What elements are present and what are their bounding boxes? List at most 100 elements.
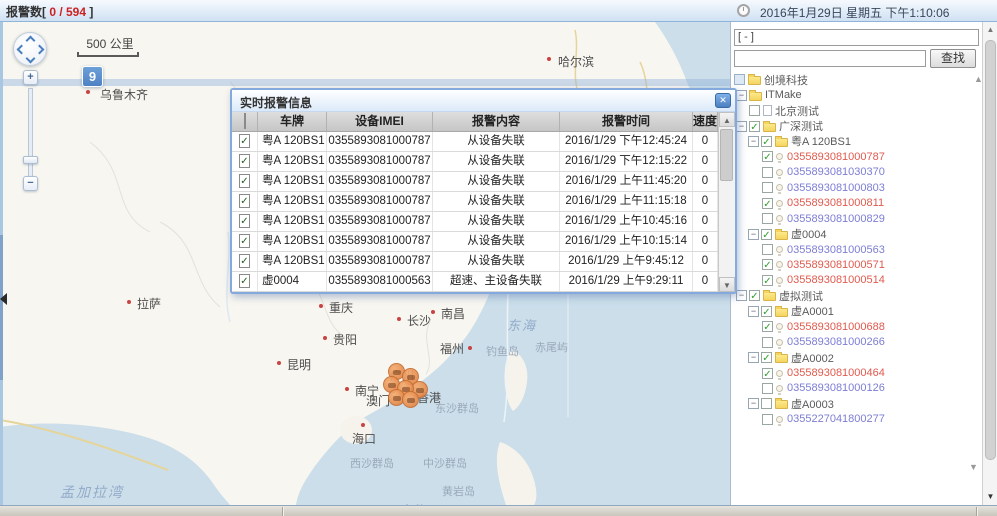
row-checkbox[interactable] — [239, 134, 249, 148]
tree-node[interactable]: 虚A0001 — [734, 304, 980, 319]
alarm-row[interactable]: 粤A 120BS10355893081000787从设备失联2016/1/29 … — [232, 232, 718, 252]
group-filter-select[interactable]: [ - ] — [734, 29, 979, 46]
tree-node-device[interactable]: 0355893081000803 — [734, 180, 980, 195]
device-imei-label[interactable]: 0355893081000811 — [787, 197, 884, 209]
column-header[interactable]: 报警内容 — [433, 112, 560, 131]
scroll-up-icon[interactable]: ▲ — [719, 112, 735, 127]
tree-node-device[interactable]: 0355893081000464 — [734, 365, 980, 380]
scroll-up-icon[interactable]: ▲ — [983, 22, 997, 38]
tree-checkbox[interactable] — [762, 414, 773, 425]
zoom-out-button[interactable]: − — [23, 176, 38, 191]
tree-node-device[interactable]: 0355893081000829 — [734, 211, 980, 226]
scrollbar-thumb[interactable] — [720, 129, 733, 181]
tree-checkbox[interactable] — [761, 352, 772, 363]
tree-node-label[interactable]: 虚0004 — [791, 226, 826, 242]
alarm-row[interactable]: 粤A 120BS10355893081000787从设备失联2016/1/29 … — [232, 172, 718, 192]
collapse-toggle-icon[interactable] — [748, 136, 759, 147]
tree-checkbox[interactable] — [762, 383, 773, 394]
tree-checkbox[interactable] — [762, 151, 773, 162]
collapse-toggle-icon[interactable] — [736, 90, 747, 101]
alarm-row[interactable]: 粤A 120BS10355893081000787从设备失联2016/1/29 … — [232, 252, 718, 272]
device-imei-label[interactable]: 0355227041800277 — [787, 413, 885, 425]
tree-node-label[interactable]: 粤A 120BS1 — [791, 133, 851, 149]
dialog-titlebar[interactable]: 实时报警信息 — [232, 90, 735, 112]
search-button[interactable]: 查找 — [930, 49, 976, 68]
tree-checkbox[interactable] — [761, 306, 772, 317]
tree-scroll-down-icon[interactable]: ▼ — [969, 462, 978, 472]
alarm-row[interactable]: 粤A 120BS10355893081000787从设备失联2016/1/29 … — [232, 212, 718, 232]
tree-node[interactable]: 创境科技 — [734, 72, 980, 87]
panel-scrollbar[interactable]: ▲ ▼ — [982, 22, 997, 505]
tree-node[interactable]: 虚A0003 — [734, 396, 980, 411]
scrollbar-thumb[interactable] — [985, 40, 996, 460]
row-checkbox[interactable] — [239, 254, 249, 268]
select-all-checkbox[interactable] — [244, 113, 246, 129]
tree-checkbox[interactable] — [749, 105, 760, 116]
tree-checkbox[interactable] — [762, 321, 773, 332]
tree-node[interactable]: ITMake — [734, 87, 980, 102]
tree-checkbox[interactable] — [761, 398, 772, 409]
tree-node-label[interactable]: 虚A0003 — [791, 396, 834, 412]
header-checkbox-cell[interactable] — [232, 112, 258, 131]
scroll-down-icon[interactable]: ▼ — [719, 277, 735, 292]
pan-up-icon[interactable] — [26, 36, 36, 46]
tree-checkbox[interactable] — [762, 337, 773, 348]
tree-checkbox[interactable] — [762, 368, 773, 379]
tree-node-label[interactable]: 虚A0002 — [791, 350, 834, 366]
tree-node[interactable]: 虚拟测试 — [734, 288, 980, 303]
tree-node-device[interactable]: 0355893081000688 — [734, 319, 980, 334]
device-imei-label[interactable]: 0355893081000514 — [787, 274, 885, 286]
tree-node-device[interactable]: 0355893081000514 — [734, 273, 980, 288]
alarm-row[interactable]: 粤A 120BS10355893081000787从设备失联2016/1/29 … — [232, 152, 718, 172]
map-pan-control[interactable] — [13, 32, 47, 66]
pan-left-icon[interactable] — [17, 45, 27, 55]
collapse-toggle-icon[interactable] — [748, 306, 759, 317]
tree-node-device[interactable]: 0355893081030370 — [734, 165, 980, 180]
row-checkbox[interactable] — [239, 174, 249, 188]
zoom-slider-track[interactable] — [28, 88, 33, 180]
alarm-row[interactable]: 粤A 120BS10355893081000787从设备失联2016/1/29 … — [232, 192, 718, 212]
tree-checkbox[interactable] — [762, 182, 773, 193]
dialog-scrollbar[interactable]: ▲ ▼ — [718, 112, 735, 292]
column-header[interactable]: 报警时间 — [560, 112, 693, 131]
collapse-toggle-icon[interactable] — [748, 352, 759, 363]
tree-node-label[interactable]: 北京测试 — [775, 103, 819, 119]
device-imei-label[interactable]: 0355893081000803 — [787, 182, 885, 194]
device-imei-label[interactable]: 0355893081000266 — [787, 336, 885, 348]
tree-node[interactable]: 粤A 120BS1 — [734, 134, 980, 149]
row-checkbox[interactable] — [239, 214, 249, 228]
tree-checkbox[interactable] — [734, 74, 745, 85]
tree-checkbox[interactable] — [762, 275, 773, 286]
tree-node-label[interactable]: 虚A0001 — [791, 303, 834, 319]
row-checkbox[interactable] — [239, 194, 249, 208]
pan-down-icon[interactable] — [26, 54, 36, 64]
cluster-count-badge[interactable]: 9 — [82, 66, 103, 87]
tree-checkbox[interactable] — [762, 198, 773, 209]
row-checkbox[interactable] — [239, 274, 249, 288]
tree-node[interactable]: 虚0004 — [734, 226, 980, 241]
tree-node-device[interactable]: 0355893081000571 — [734, 257, 980, 272]
tree-node-device[interactable]: 0355893081000811 — [734, 196, 980, 211]
close-icon[interactable] — [715, 93, 731, 108]
device-imei-label[interactable]: 0355893081000571 — [787, 259, 885, 271]
pan-right-icon[interactable] — [35, 45, 45, 55]
device-imei-label[interactable]: 0355893081000126 — [787, 382, 885, 394]
tree-node-label[interactable]: 创境科技 — [764, 72, 808, 88]
collapse-toggle-icon[interactable] — [736, 121, 747, 132]
tree-node-device[interactable]: 0355893081000787 — [734, 149, 980, 164]
device-imei-label[interactable]: 0355893081000829 — [787, 213, 885, 225]
tree-node-label[interactable]: 广深测试 — [779, 118, 823, 134]
collapse-toggle-icon[interactable] — [748, 229, 759, 240]
collapse-toggle-icon[interactable] — [736, 290, 747, 301]
device-imei-label[interactable]: 0355893081000688 — [787, 321, 885, 333]
panel-collapse-arrow-icon[interactable] — [0, 293, 7, 305]
device-imei-label[interactable]: 0355893081000563 — [787, 244, 885, 256]
tree-node-label[interactable]: ITMake — [765, 89, 802, 101]
tree-node-label[interactable]: 虚拟测试 — [779, 288, 823, 304]
scroll-down-icon[interactable]: ▼ — [983, 489, 997, 505]
alarm-row[interactable]: 粤A 120BS10355893081000787从设备失联2016/1/29 … — [232, 132, 718, 152]
tree-checkbox[interactable] — [762, 167, 773, 178]
collapse-toggle-icon[interactable] — [748, 398, 759, 409]
device-imei-label[interactable]: 0355893081000464 — [787, 367, 885, 379]
tree-checkbox[interactable] — [762, 244, 773, 255]
